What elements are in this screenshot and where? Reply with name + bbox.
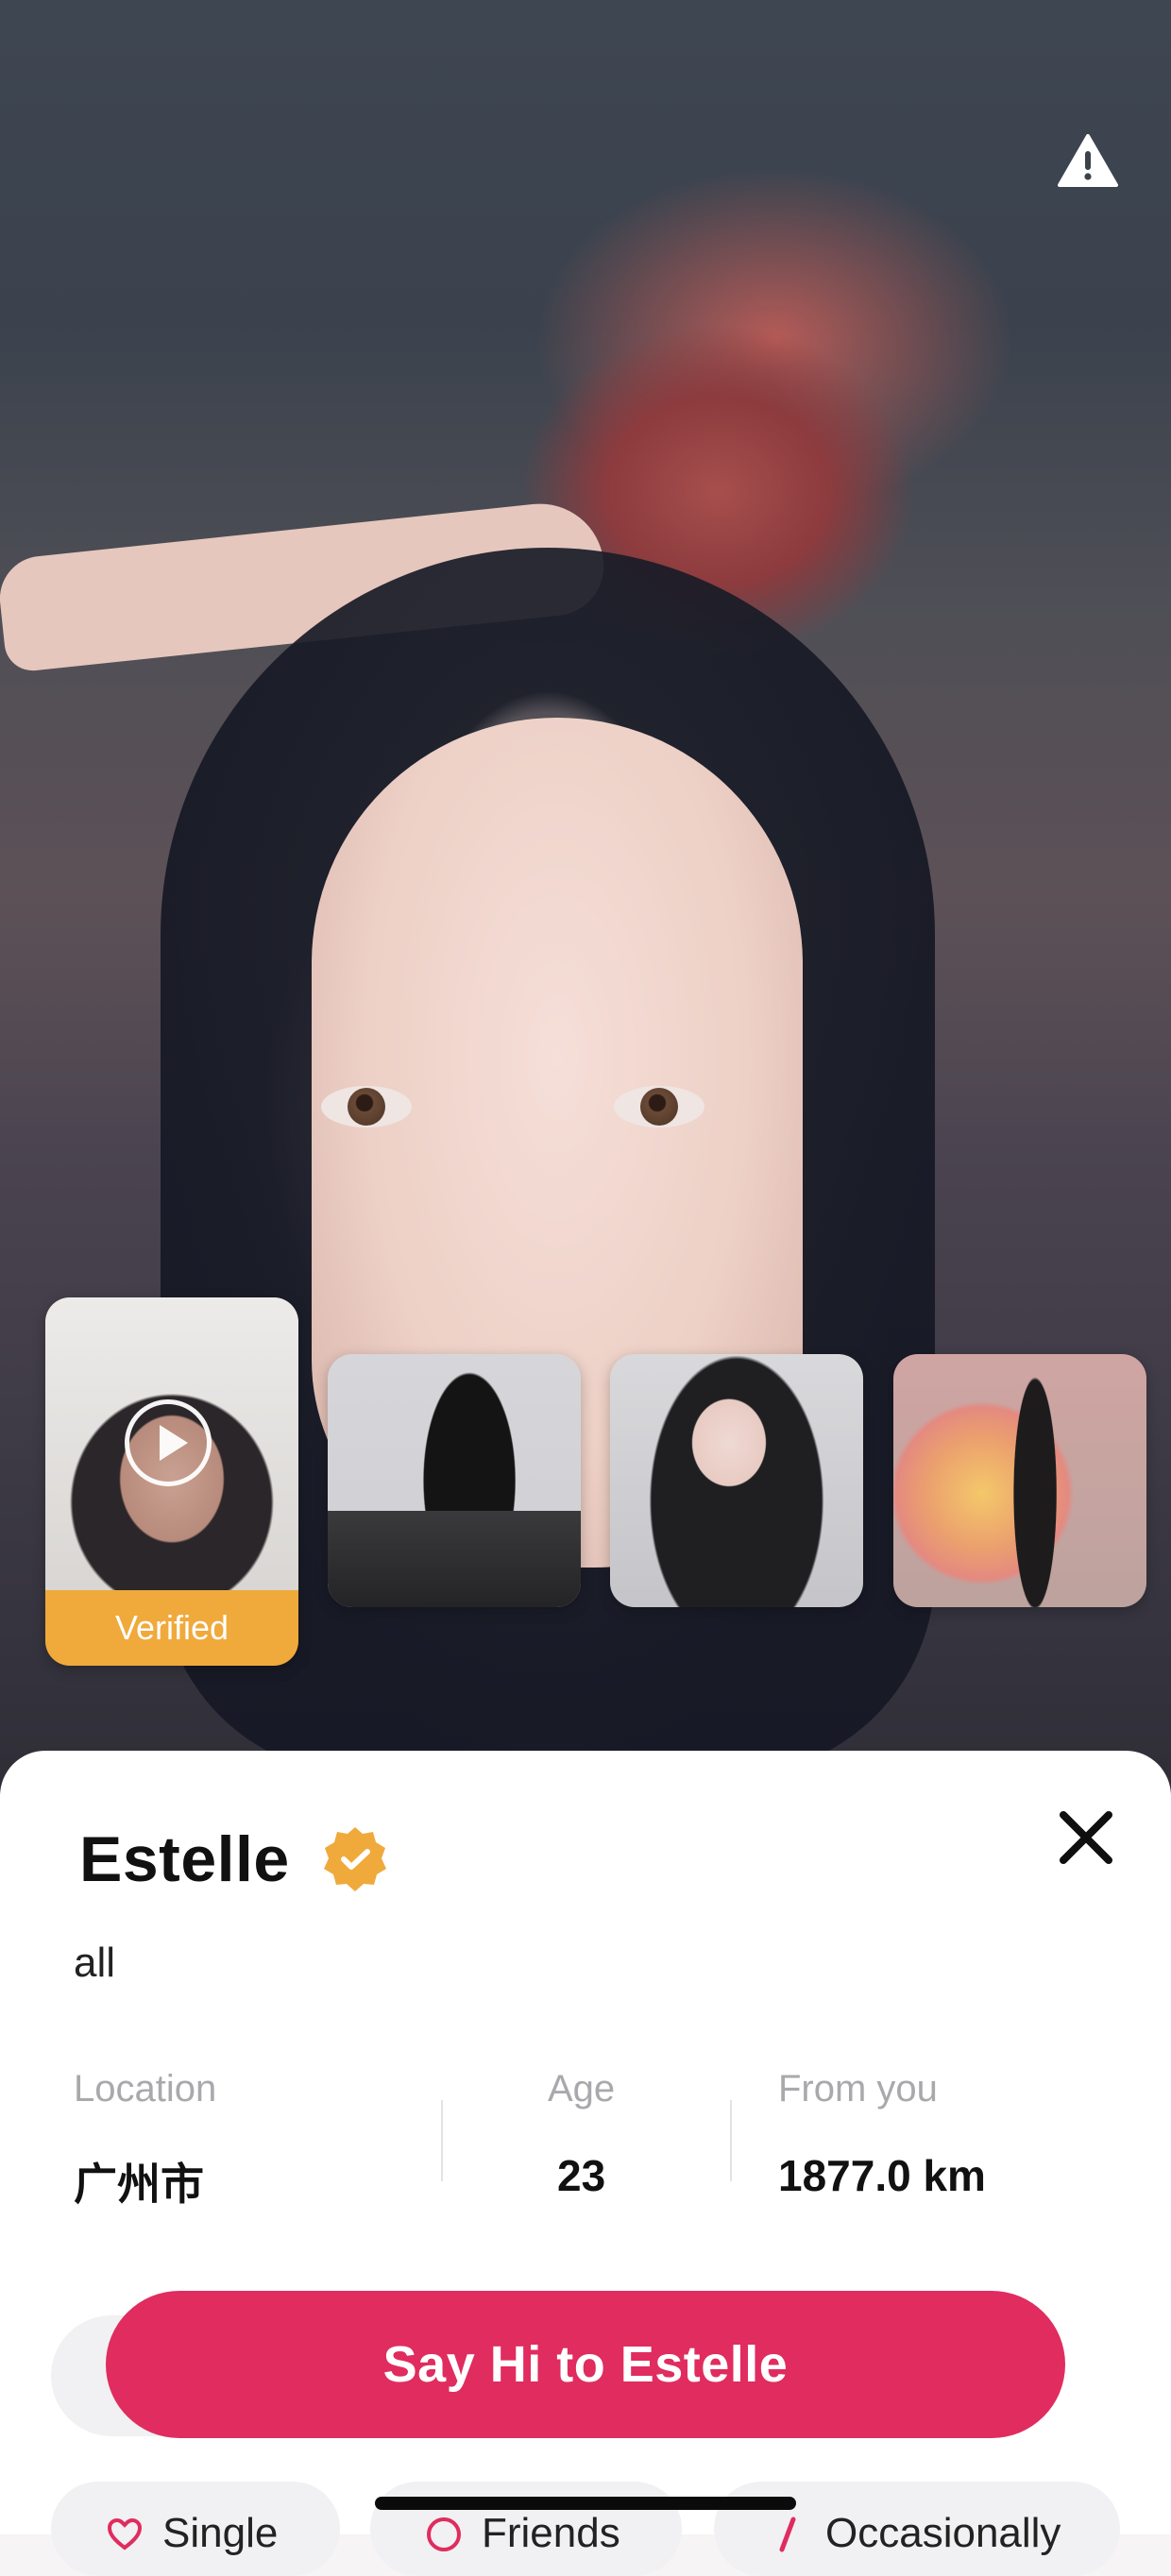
tag-chip-label: Single (162, 2510, 279, 2556)
stat-age-label: Age (548, 2068, 616, 2110)
tag-chip-occasionally[interactable]: Occasionally (714, 2482, 1120, 2576)
gallery-photo[interactable] (328, 1354, 581, 1607)
verified-badge-icon (323, 1827, 386, 1891)
warning-icon (1058, 134, 1118, 187)
close-button[interactable] (1056, 1807, 1116, 1868)
report-button[interactable] (1058, 132, 1118, 189)
stat-distance-value: 1877.0 km (778, 2151, 986, 2200)
smile-icon (427, 2517, 461, 2551)
photo-eye-left (321, 1086, 412, 1127)
tag-chip-single[interactable]: Single (51, 2482, 340, 2576)
stat-distance: From you 1877.0 km (778, 2068, 986, 2201)
gallery-photo[interactable] (893, 1354, 1146, 1607)
gallery-photo-image (893, 1354, 1146, 1607)
tag-chip-friends[interactable]: Friends (370, 2482, 682, 2576)
gallery-photo-image (328, 1354, 581, 1607)
tag-chip-label: Friends (482, 2510, 620, 2556)
profile-name: Estelle (79, 1823, 290, 1895)
profile-bio: all (74, 1940, 116, 1986)
heart-icon (107, 2517, 143, 2551)
stat-divider (441, 2100, 443, 2181)
tag-chip-label: Occasionally (825, 2510, 1061, 2556)
stat-age: Age 23 (548, 2068, 615, 2201)
drink-icon (779, 2517, 796, 2552)
verified-video-thumbnail[interactable]: Verified (45, 1297, 298, 1666)
profile-stats: Location 广州市 Age 23 From you 1877.0 km (0, 2068, 1171, 2210)
stat-divider (730, 2100, 732, 2181)
photo-eye-right (614, 1086, 704, 1127)
stat-distance-label: From you (778, 2068, 938, 2110)
gallery-photo[interactable] (610, 1354, 863, 1607)
play-icon[interactable] (125, 1399, 212, 1486)
verified-label: Verified (114, 1608, 229, 1647)
say-hi-button[interactable]: Say Hi to Estelle (106, 2291, 1065, 2438)
stat-location-label: Location (74, 2068, 217, 2110)
stat-age-value: 23 (557, 2151, 606, 2200)
home-indicator[interactable] (375, 2497, 796, 2510)
stat-location-value: 广州市 (74, 2160, 204, 2209)
close-icon (1060, 1811, 1112, 1864)
gallery-photo-image (610, 1354, 863, 1607)
stat-location: Location 广州市 (74, 2068, 216, 2212)
name-row: Estelle (79, 1822, 390, 1896)
